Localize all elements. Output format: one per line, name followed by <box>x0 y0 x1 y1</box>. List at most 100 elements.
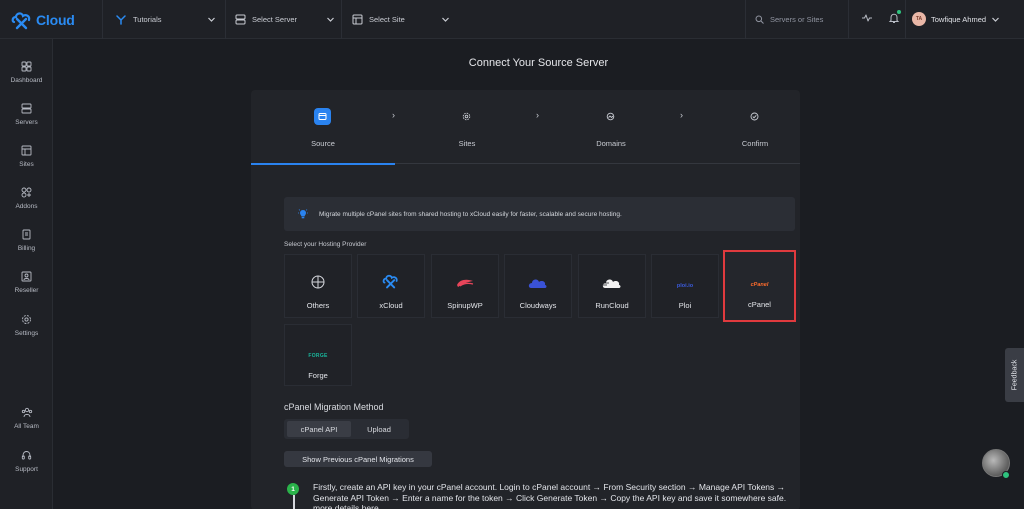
step-label: Confirm <box>741 139 769 148</box>
cloudways-logo-icon <box>528 279 547 288</box>
search-icon <box>755 15 764 24</box>
divider <box>102 0 103 39</box>
sidebar-item-label: Sites <box>19 161 34 168</box>
step-icon-container <box>746 108 763 125</box>
migration-method-title: cPanel Migration Method <box>284 402 384 412</box>
step-source[interactable]: Source <box>251 90 395 165</box>
sidebar-item-addons[interactable]: Addons <box>0 187 53 210</box>
step-confirm[interactable]: Confirm <box>683 90 827 164</box>
xcloud-logo-icon <box>11 12 31 30</box>
feedback-tab[interactable]: Feedback <box>1005 348 1024 402</box>
sidebar-item-dashboard[interactable]: Dashboard <box>0 61 53 84</box>
user-menu[interactable]: TA Towfique Ahmed <box>912 9 1000 29</box>
feedback-label: Feedback <box>1011 359 1018 391</box>
select-server-label: Select Server <box>252 15 298 24</box>
sidebar-item-settings[interactable]: Settings <box>0 314 53 337</box>
runcloud-logo-icon <box>602 279 621 288</box>
notification-dot <box>897 10 901 14</box>
chevron-down-icon <box>327 17 334 22</box>
site-icon <box>352 14 363 25</box>
provider-cloudways[interactable]: Cloudways <box>504 254 572 318</box>
provider-name: Ploi <box>678 301 692 310</box>
provider-name: RunCloud <box>595 301 629 310</box>
tutorials-icon <box>116 15 126 25</box>
forge-logo: FORGE <box>308 353 328 359</box>
tutorials-label: Tutorials <box>133 15 162 24</box>
sites-icon <box>21 145 32 156</box>
sidebar-item-label: Settings <box>14 330 39 337</box>
provider-name: cPanel <box>748 300 771 309</box>
activity-icon[interactable] <box>861 12 873 24</box>
sidebar-item-servers[interactable]: Servers <box>0 103 53 126</box>
check-circle-icon <box>750 112 759 121</box>
sidebar-item-label: Dashboard <box>10 77 43 84</box>
provider-name: Forge <box>308 371 328 380</box>
source-icon <box>318 113 327 120</box>
provider-runcloud[interactable]: RunCloud <box>578 254 646 318</box>
lightbulb-icon <box>298 209 308 219</box>
provider-name: Others <box>306 301 330 310</box>
tab-cpanel-api[interactable]: cPanel API <box>287 421 351 437</box>
step-domains[interactable]: Domains <box>539 90 683 164</box>
sidebar-item-reseller[interactable]: Reseller <box>0 271 53 294</box>
provider-ploi[interactable]: ploi.io Ploi <box>651 254 719 318</box>
domains-icon <box>606 112 615 121</box>
top-bar: Cloud Tutorials Select Server Select Sit… <box>0 0 1024 39</box>
active-step-indicator <box>251 163 395 165</box>
online-status-dot <box>1002 471 1010 479</box>
page-title: Connect Your Source Server <box>468 57 609 69</box>
sidebar-item-billing[interactable]: Billing <box>0 229 53 252</box>
provider-others[interactable]: Others <box>284 254 352 318</box>
xcloud-logo-icon <box>382 274 398 289</box>
sidebar: Dashboard Servers Sites Addons Billing R… <box>0 39 53 509</box>
cpanel-logo: cPanel <box>750 282 769 288</box>
step-sites[interactable]: Sites <box>395 90 539 164</box>
search-placeholder: Servers or Sites <box>770 14 824 24</box>
hosting-provider-label: Select your Hosting Provider <box>284 241 367 248</box>
sidebar-item-sites[interactable]: Sites <box>0 145 53 168</box>
divider <box>905 0 906 39</box>
sidebar-item-label: Servers <box>15 119 38 126</box>
addons-icon <box>21 187 32 198</box>
sidebar-item-label: Addons <box>15 203 38 210</box>
divider <box>341 0 342 39</box>
show-previous-migrations-button[interactable]: Show Previous cPanel Migrations <box>284 451 432 467</box>
sidebar-item-label: Reseller <box>14 287 39 294</box>
sidebar-item-label: All Team <box>14 423 39 430</box>
provider-name: SpinupWP <box>447 301 483 310</box>
chevron-down-icon <box>992 17 999 22</box>
step-icon-container <box>458 108 475 125</box>
select-site-label: Select Site <box>369 15 405 24</box>
tutorials-dropdown[interactable]: Tutorials <box>116 0 216 39</box>
ploi-logo: ploi.io <box>676 283 694 289</box>
spinupwp-logo-icon <box>457 279 474 287</box>
chevron-down-icon <box>208 17 215 22</box>
server-icon <box>235 14 246 25</box>
provider-cpanel[interactable]: cPanel cPanel <box>723 250 796 322</box>
global-search[interactable]: Servers or Sites <box>755 9 839 29</box>
select-server-dropdown[interactable]: Select Server <box>235 0 335 39</box>
user-name: Towfique Ahmed <box>931 14 987 24</box>
chevron-right-icon: › <box>680 110 683 120</box>
sidebar-item-all-team[interactable]: All Team <box>0 407 53 430</box>
instruction-text: Firstly, create an API key in your cPane… <box>313 482 787 509</box>
step-label: Source <box>311 139 335 148</box>
billing-icon <box>22 229 31 240</box>
provider-xcloud[interactable]: xCloud <box>357 254 425 318</box>
info-banner: Migrate multiple cPanel sites from share… <box>284 197 795 231</box>
divider <box>848 0 849 39</box>
provider-forge[interactable]: FORGE Forge <box>284 324 352 386</box>
provider-spinupwp[interactable]: SpinupWP <box>431 254 499 318</box>
step-label: Domains <box>596 139 626 148</box>
sidebar-item-support[interactable]: Support <box>0 450 53 473</box>
sidebar-item-label: Support <box>15 466 38 473</box>
divider <box>745 0 746 39</box>
sidebar-item-label: Billing <box>17 245 36 252</box>
select-site-dropdown[interactable]: Select Site <box>352 0 450 39</box>
xcloud-logo[interactable]: Cloud <box>11 9 75 31</box>
step-icon-container <box>314 108 331 125</box>
tab-upload[interactable]: Upload <box>351 421 407 437</box>
chevron-right-icon: › <box>536 110 539 120</box>
dashboard-icon <box>21 61 32 72</box>
chevron-right-icon: › <box>392 110 395 120</box>
